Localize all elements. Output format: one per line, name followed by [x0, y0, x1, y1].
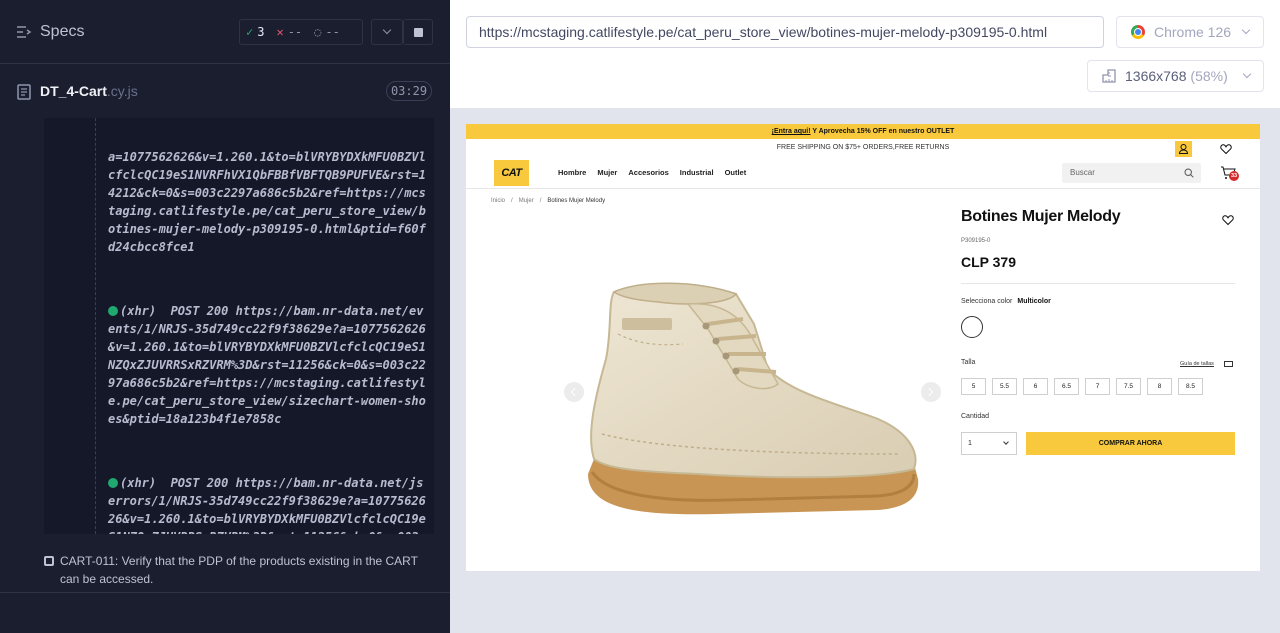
log-entry[interactable]: (xhr) POST 200 https://bam.nr-data.net/e…	[108, 302, 430, 428]
ruler-icon	[1224, 361, 1233, 367]
chevron-down-icon	[1242, 69, 1252, 79]
browser-select[interactable]: Chrome 126	[1116, 16, 1264, 48]
divider	[0, 592, 450, 593]
ruler-icon	[1102, 69, 1116, 83]
file-icon	[17, 84, 31, 100]
stop-button[interactable]	[403, 19, 433, 45]
product-title: Botines Mujer Melody	[961, 208, 1121, 225]
specs-title[interactable]: Specs	[40, 23, 84, 41]
app-under-test: ¡Entra aquí! Y Aprovecha 15% OFF en nues…	[466, 124, 1260, 571]
wishlist-heart-icon[interactable]	[1222, 214, 1234, 226]
nav-item-industrial[interactable]: Industrial	[680, 168, 714, 177]
promo-bar: ¡Entra aquí! Y Aprovecha 15% OFF en nues…	[466, 124, 1260, 139]
test-title: CART-011: Verify that the PDP of the pro…	[60, 554, 418, 586]
passed-count: ✓ 3	[246, 25, 265, 39]
size-option[interactable]: 7.5	[1116, 378, 1141, 395]
spec-file-name: DT_4-Cart.cy.js	[40, 83, 138, 99]
main-nav: Hombre Mujer Accesorios Industrial Outle…	[558, 168, 746, 177]
breadcrumb-separator: /	[539, 198, 542, 204]
command-log[interactable]: a=1077562626&v=1.260.1&to=blVRYBYDXkMFU0…	[44, 118, 434, 534]
breadcrumb: Inicio / Mujer / Botines Mujer Melody	[491, 198, 605, 204]
cart-badge: 33	[1229, 171, 1239, 181]
color-swatch[interactable]	[961, 316, 983, 338]
heart-icon[interactable]	[1220, 143, 1232, 155]
account-button[interactable]	[1175, 141, 1192, 157]
size-option[interactable]: 8.5	[1178, 378, 1203, 395]
chevron-down-icon	[382, 25, 392, 35]
app-preview-panel: https://mcstaging.catlifestyle.pe/cat_pe…	[450, 0, 1280, 633]
nav-item-accesorios[interactable]: Accesorios	[628, 168, 668, 177]
breadcrumb-mujer[interactable]: Mujer	[519, 198, 534, 204]
chevron-right-icon	[924, 387, 934, 397]
size-options: 5 5.5 6 6.5 7 7.5 8 8.5	[961, 378, 1203, 395]
size-option[interactable]: 8	[1147, 378, 1172, 395]
spec-file-row[interactable]: DT_4-Cart.cy.js 03:29	[0, 72, 450, 112]
chevron-left-icon	[570, 387, 580, 397]
nav-item-hombre[interactable]: Hombre	[558, 168, 586, 177]
pending-count: ◌ --	[314, 25, 340, 39]
failed-count: ✕ --	[276, 25, 303, 39]
stop-icon	[414, 28, 423, 37]
size-option[interactable]: 6	[1023, 378, 1048, 395]
size-label: Talla	[961, 359, 976, 366]
chevron-down-icon	[1241, 25, 1251, 35]
log-entry[interactable]: (xhr) POST 200 https://bam.nr-data.net/j…	[108, 474, 430, 534]
color-label: Selecciona color Multicolor	[961, 298, 1051, 305]
test-stats: ✓ 3 ✕ -- ◌ --	[239, 19, 363, 45]
chrome-icon	[1131, 25, 1145, 39]
cat-logo[interactable]: CAT	[494, 160, 529, 186]
product-price: CLP 379	[961, 254, 1016, 270]
size-option[interactable]: 7	[1085, 378, 1110, 395]
url-bar[interactable]: https://mcstaging.catlifestyle.pe/cat_pe…	[466, 16, 1104, 48]
chevron-down-icon	[1003, 439, 1009, 445]
reporter-panel: Specs ✓ 3 ✕ -- ◌ -- DT_4-Cart.cy.js 03:29 a…	[0, 0, 450, 633]
status-dot-icon	[108, 306, 118, 316]
breadcrumb-separator: /	[511, 198, 513, 204]
breadcrumb-inicio[interactable]: Inicio	[491, 198, 505, 204]
spinner-icon: ◌	[314, 25, 322, 39]
buy-now-button[interactable]: COMPRAR AHORA	[1026, 432, 1235, 455]
viewport-select[interactable]: 1366x768 (58%)	[1087, 60, 1264, 92]
divider	[961, 283, 1235, 284]
log-content: a=1077562626&v=1.260.1&to=blVRYBYDXkMFU0…	[108, 118, 430, 534]
check-icon: ✓	[246, 25, 254, 39]
browser-toolbar: https://mcstaging.catlifestyle.pe/cat_pe…	[450, 0, 1280, 108]
breadcrumb-current: Botines Mujer Melody	[547, 198, 606, 204]
shipping-banner: FREE SHIPPING ON $75+ ORDERS,FREE RETURN…	[776, 144, 950, 151]
spec-duration: 03:29	[386, 81, 432, 101]
toggle-auto-scroll-button[interactable]	[371, 19, 403, 45]
user-icon	[1178, 144, 1189, 154]
status-dot-icon	[108, 478, 118, 488]
test-item[interactable]: CART-011: Verify that the PDP of the pro…	[0, 546, 450, 592]
specs-list-icon	[17, 26, 32, 38]
divider	[466, 188, 1260, 189]
log-entry[interactable]: a=1077562626&v=1.260.1&to=blVRYBYDXkMFU0…	[108, 148, 430, 256]
test-status-icon	[44, 556, 54, 566]
product-sku: P309195-0	[961, 238, 991, 244]
product-image	[588, 282, 919, 515]
log-indent-line	[95, 118, 96, 534]
size-option[interactable]: 5.5	[992, 378, 1017, 395]
size-guide-link[interactable]: Guía de tallas	[1180, 361, 1214, 367]
search-input[interactable]: Buscar	[1062, 163, 1201, 183]
search-icon[interactable]	[1184, 168, 1194, 178]
nav-item-mujer[interactable]: Mujer	[597, 168, 617, 177]
specs-header: Specs ✓ 3 ✕ -- ◌ --	[0, 0, 450, 64]
carousel-next-button[interactable]	[921, 382, 941, 402]
nav-item-outlet[interactable]: Outlet	[725, 168, 747, 177]
size-option[interactable]: 5	[961, 378, 986, 395]
quantity-select[interactable]: 1	[961, 432, 1017, 455]
x-icon: ✕	[276, 25, 284, 39]
size-option[interactable]: 6.5	[1054, 378, 1079, 395]
carousel-prev-button[interactable]	[564, 382, 584, 402]
quantity-label: Cantidad	[961, 413, 990, 420]
